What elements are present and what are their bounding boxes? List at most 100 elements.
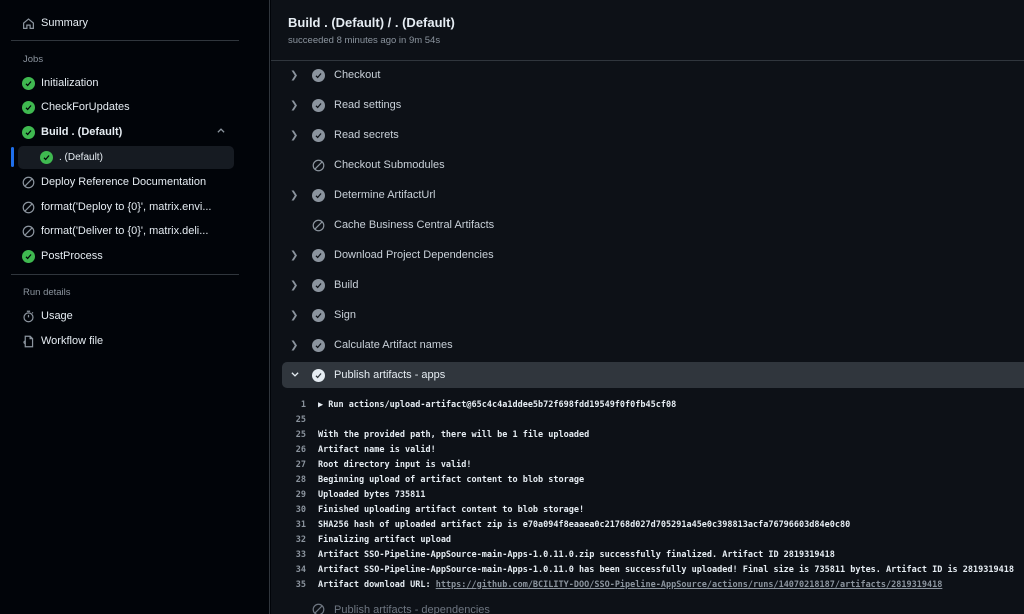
step-calculate-artifact-names[interactable]: ❯ Calculate Artifact names — [282, 332, 1024, 358]
sidebar-job-initialization[interactable]: Initialization — [12, 72, 238, 94]
step-label: Download Project Dependencies — [334, 249, 494, 261]
log-line-number[interactable]: 33 — [282, 550, 318, 560]
step-label: Read settings — [334, 99, 402, 111]
artifact-download-link[interactable]: https://github.com/BCILITY-DOO/SSO-Pipel… — [436, 580, 943, 590]
log-line-number[interactable]: 29 — [282, 490, 318, 500]
chevron-right-icon: ❯ — [290, 249, 299, 261]
step-label: Sign — [334, 309, 357, 321]
run-details-heading: Run details — [23, 287, 71, 298]
check-circle-icon — [22, 125, 35, 139]
log-line-text: Uploaded bytes 735811 — [318, 489, 426, 500]
skip-icon — [312, 159, 325, 172]
check-circle-icon — [312, 128, 325, 142]
log-line[interactable]: 34 Artifact SSO-Pipeline-AppSource-main-… — [282, 562, 1024, 577]
step-label: Checkout Submodules — [334, 159, 445, 171]
jobs-heading: Jobs — [23, 54, 44, 65]
step-publish-artifacts-apps[interactable]: Publish artifacts - apps — [282, 362, 1024, 388]
active-indicator — [11, 147, 14, 167]
sidebar-item-summary[interactable]: Summary — [12, 12, 238, 34]
sidebar-item-label: Deploy Reference Documentation — [41, 176, 207, 188]
log-line-prefix: Artifact download URL: — [318, 579, 436, 590]
step-determine-artifacturl[interactable]: ❯ Determine ArtifactUrl — [282, 182, 1024, 208]
log-line-number[interactable]: 34 — [282, 565, 318, 575]
check-circle-icon — [22, 76, 35, 90]
log-line[interactable]: 27 Root directory input is valid! — [282, 457, 1024, 472]
sidebar-subjob-default[interactable]: . (Default) — [18, 146, 234, 169]
sidebar-job-deploy-to[interactable]: format('Deploy to {0}', matrix.envi... — [12, 196, 238, 218]
log-line[interactable]: 33 Artifact SSO-Pipeline-AppSource-main-… — [282, 547, 1024, 562]
step-label: Cache Business Central Artifacts — [334, 219, 495, 231]
log-line[interactable]: 35 Artifact download URL: https://github… — [282, 577, 1024, 592]
skip-icon — [22, 201, 35, 214]
log-line-text: Artifact name is valid! — [318, 444, 436, 455]
log-line[interactable]: 29 Uploaded bytes 735811 — [282, 487, 1024, 502]
sidebar-job-build[interactable]: Build . (Default) — [12, 121, 238, 143]
log-line[interactable]: 30 Finished uploading artifact content t… — [282, 502, 1024, 517]
divider — [11, 274, 239, 275]
step-label: Publish artifacts - dependencies — [334, 603, 490, 614]
log-line-text: Beginning upload of artifact content to … — [318, 474, 585, 485]
chevron-right-icon: ❯ — [290, 339, 299, 351]
log-line-number[interactable]: 31 — [282, 520, 318, 530]
log-line[interactable]: 31 SHA256 hash of uploaded artifact zip … — [282, 517, 1024, 532]
sidebar-job-deploy-reference[interactable]: Deploy Reference Documentation — [12, 171, 238, 193]
skip-icon — [312, 603, 325, 614]
sidebar-job-deliver-to[interactable]: format('Deliver to {0}', matrix.deli... — [12, 220, 238, 242]
step-download-dependencies[interactable]: ❯ Download Project Dependencies — [282, 242, 1024, 268]
skip-icon — [22, 176, 35, 189]
log-line-text: Artifact download URL: https://github.co… — [318, 580, 942, 590]
sidebar-item-label: Usage — [41, 310, 73, 322]
check-circle-icon — [22, 100, 35, 114]
chevron-up-icon[interactable] — [216, 126, 226, 139]
log-line-number[interactable]: 30 — [282, 505, 318, 515]
log-line-number[interactable]: 26 — [282, 445, 318, 455]
sidebar-item-usage[interactable]: Usage — [12, 305, 238, 327]
step-checkout[interactable]: ❯ Checkout — [282, 62, 1024, 88]
log-line[interactable]: 32 Finalizing artifact upload — [282, 532, 1024, 547]
file-icon — [22, 335, 35, 348]
log-line[interactable]: 25 — [282, 412, 1024, 427]
sidebar-job-postprocess[interactable]: PostProcess — [12, 245, 238, 267]
check-circle-icon — [312, 278, 325, 292]
check-circle-icon — [312, 98, 325, 112]
step-read-settings[interactable]: ❯ Read settings — [282, 92, 1024, 118]
check-circle-icon — [312, 68, 325, 82]
sidebar-item-label: PostProcess — [41, 250, 103, 262]
log-line-number[interactable]: 35 — [282, 580, 318, 590]
step-checkout-submodules[interactable]: Checkout Submodules — [282, 152, 1024, 178]
log-line-number[interactable]: 25 — [282, 415, 318, 425]
log-line-number[interactable]: 27 — [282, 460, 318, 470]
step-label: Publish artifacts - apps — [334, 369, 446, 381]
log-line-text: Root directory input is valid! — [318, 459, 472, 470]
log-line-number[interactable]: 28 — [282, 475, 318, 485]
step-publish-dependencies[interactable]: Publish artifacts - dependencies — [282, 603, 490, 614]
log-line-text: Artifact SSO-Pipeline-AppSource-main-App… — [318, 549, 835, 560]
chevron-right-icon: ❯ — [290, 99, 299, 111]
check-circle-icon — [312, 308, 325, 322]
chevron-right-icon: ❯ — [290, 189, 299, 201]
step-build[interactable]: ❯ Build — [282, 272, 1024, 298]
job-header: Build . (Default) / . (Default) succeede… — [271, 0, 1024, 61]
step-label: Build — [334, 279, 359, 291]
skip-icon — [312, 219, 325, 232]
log-line[interactable]: 28 Beginning upload of artifact content … — [282, 472, 1024, 487]
chevron-right-icon: ❯ — [290, 309, 299, 321]
step-cache-bc-artifacts[interactable]: Cache Business Central Artifacts — [282, 212, 1024, 238]
log-line-number[interactable]: 32 — [282, 535, 318, 545]
job-detail-panel: Build . (Default) / . (Default) succeede… — [271, 0, 1024, 614]
chevron-right-icon: ❯ — [290, 279, 299, 291]
log-line[interactable]: 1 ▶ Run actions/upload-artifact@65c4c4a1… — [282, 397, 1024, 412]
log-line-number[interactable]: 1 — [282, 400, 318, 410]
log-line[interactable]: 26 Artifact name is valid! — [282, 442, 1024, 457]
step-read-secrets[interactable]: ❯ Read secrets — [282, 122, 1024, 148]
sidebar-job-checkforupdates[interactable]: CheckForUpdates — [12, 96, 238, 118]
sidebar-item-label: CheckForUpdates — [41, 101, 130, 113]
log-line[interactable]: 25 With the provided path, there will be… — [282, 427, 1024, 442]
chevron-right-icon: ❯ — [290, 129, 299, 141]
sidebar-item-workflow-file[interactable]: Workflow file — [12, 330, 238, 352]
sidebar-item-label: Summary — [41, 17, 89, 29]
log-line-number[interactable]: 25 — [282, 430, 318, 440]
log-line-text: ▶ Run actions/upload-artifact@65c4c4a1dd… — [318, 399, 677, 410]
step-sign[interactable]: ❯ Sign — [282, 302, 1024, 328]
step-label: Determine ArtifactUrl — [334, 189, 436, 201]
